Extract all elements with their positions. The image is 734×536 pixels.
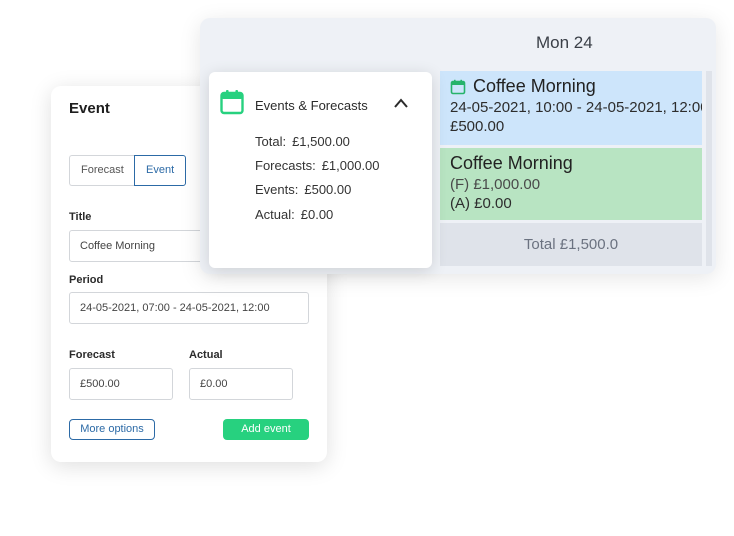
tab-event[interactable]: Event (134, 155, 186, 186)
period-input[interactable]: 24-05-2021, 07:00 - 24-05-2021, 12:00 (69, 292, 309, 324)
popup-row-actual: Actual: £0.00 (255, 207, 333, 222)
day-total: Total £1,500.0 (440, 223, 702, 266)
row-value: £500.00 (304, 182, 352, 197)
title-label: Title (69, 211, 92, 223)
popup-title: Events & Forecasts (255, 98, 368, 113)
event-title-row: Coffee Morning (450, 76, 702, 97)
chevron-up-icon[interactable] (393, 97, 409, 109)
events-forecasts-popup: Events & Forecasts Total: £1,500.00 Forec… (209, 72, 432, 268)
period-label: Period (69, 274, 104, 286)
actual-label: Actual (189, 349, 223, 361)
event-type-toggle: Forecast Event (69, 155, 186, 186)
day-header: Mon 24 (536, 33, 593, 52)
row-key: Forecasts: (255, 158, 316, 173)
event-time: 24-05-2021, 10:00 - 24-05-2021, 12:00 (450, 99, 702, 116)
forecast-block[interactable]: Coffee Morning (F) £1,000.00 (A) £0.00 (440, 148, 702, 220)
popup-row-total: Total: £1,500.00 (255, 134, 350, 149)
forecast-value: (F) £1,000.00 (450, 176, 541, 193)
forecast-input[interactable]: £500.00 (69, 368, 173, 400)
adjacent-day-column (706, 71, 712, 266)
title-input[interactable]: Coffee Morning (69, 230, 205, 262)
popup-row-forecasts: Forecasts: £1,000.00 (255, 158, 380, 173)
row-value: £1,000.00 (321, 158, 380, 173)
row-value: £0.00 (300, 207, 334, 222)
tab-forecast[interactable]: Forecast (69, 155, 134, 186)
row-value: £1,500.00 (292, 134, 350, 149)
event-form-title: Event (69, 100, 110, 117)
calendar-icon (450, 79, 466, 94)
actual-value: (A) £0.00 (450, 195, 512, 212)
event-title: Coffee Morning (473, 76, 596, 96)
row-key: Actual: (255, 207, 295, 222)
popup-row-events: Events: £500.00 (255, 182, 351, 197)
forecast-title: Coffee Morning (450, 153, 573, 173)
row-key: Events: (255, 182, 299, 197)
forecast-label: Forecast (69, 349, 115, 361)
add-event-button[interactable]: Add event (223, 419, 309, 440)
calendar-icon (220, 90, 244, 115)
actual-input[interactable]: £0.00 (189, 368, 293, 400)
event-block[interactable]: Coffee Morning 24-05-2021, 10:00 - 24-05… (440, 71, 702, 145)
event-amount: £500.00 (450, 118, 505, 135)
more-options-button[interactable]: More options (69, 419, 155, 440)
row-key: Total: (255, 134, 287, 149)
